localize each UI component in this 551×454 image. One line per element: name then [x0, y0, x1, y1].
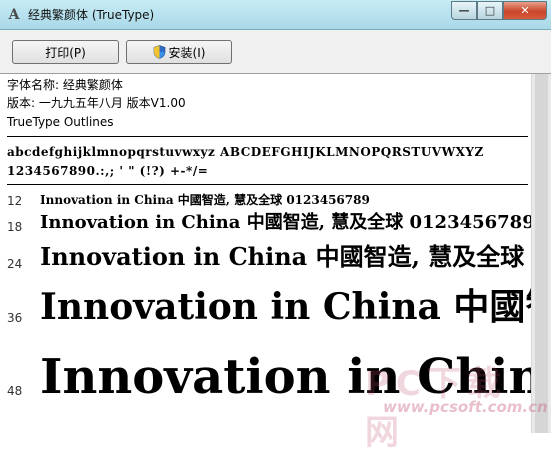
size-label-24: 24: [7, 257, 23, 271]
size-label-18: 18: [7, 220, 23, 234]
size-label-12: 12: [7, 194, 23, 208]
sample-line-12: Innovation in China 中國智造, 慧及全球 012345678…: [40, 193, 370, 207]
title-bar: A 经典繁颜体 (TrueType) — □ ✕: [0, 0, 551, 30]
font-preview-pane: 字体名称: 经典繁颜体 版本: 一九九五年八月 版本V1.00 TrueType…: [0, 74, 531, 433]
font-outline-line: TrueType Outlines: [7, 115, 114, 129]
maximize-button[interactable]: □: [477, 1, 503, 20]
vertical-scrollbar[interactable]: [531, 74, 551, 433]
scrollbar-thumb[interactable]: [535, 74, 548, 433]
charset-sample-letters: abcdefghijklmnopqrstuvwxyz ABCDEFGHIJKLM…: [7, 145, 484, 159]
window-title: 经典繁颜体 (TrueType): [28, 8, 155, 22]
font-version-line: 版本: 一九九五年八月 版本V1.00: [7, 96, 186, 110]
print-button[interactable]: 打印(P): [12, 40, 119, 64]
font-name-line: 字体名称: 经典繁颜体: [7, 78, 123, 92]
size-label-36: 36: [7, 311, 23, 325]
size-label-48: 48: [7, 384, 23, 398]
sample-line-48: Innovation in China 中國智造, 慧及全球 012345678…: [40, 349, 531, 405]
close-button[interactable]: ✕: [503, 1, 547, 20]
toolbar: 打印(P) 安装(I): [0, 30, 551, 74]
sample-line-24: Innovation in China 中國智造, 慧及全球 012345678…: [40, 242, 531, 271]
install-button[interactable]: 安装(I): [126, 40, 232, 64]
sample-line-18: Innovation in China 中國智造, 慧及全球 012345678…: [40, 212, 531, 233]
window-controls: — □ ✕: [451, 1, 547, 21]
divider: [7, 184, 528, 185]
minimize-button[interactable]: —: [451, 1, 477, 20]
divider: [7, 136, 528, 137]
sample-line-36: Innovation in China 中國智造, 慧及全球 012345678…: [40, 286, 531, 328]
font-viewer-icon: A: [8, 7, 20, 23]
charset-sample-digits: 1234567890.:,; ' " (!?) +-*/=: [7, 164, 209, 178]
print-button-label: 打印(P): [45, 45, 86, 60]
install-button-label: 安装(I): [168, 45, 206, 60]
uac-shield-icon: [153, 45, 165, 59]
